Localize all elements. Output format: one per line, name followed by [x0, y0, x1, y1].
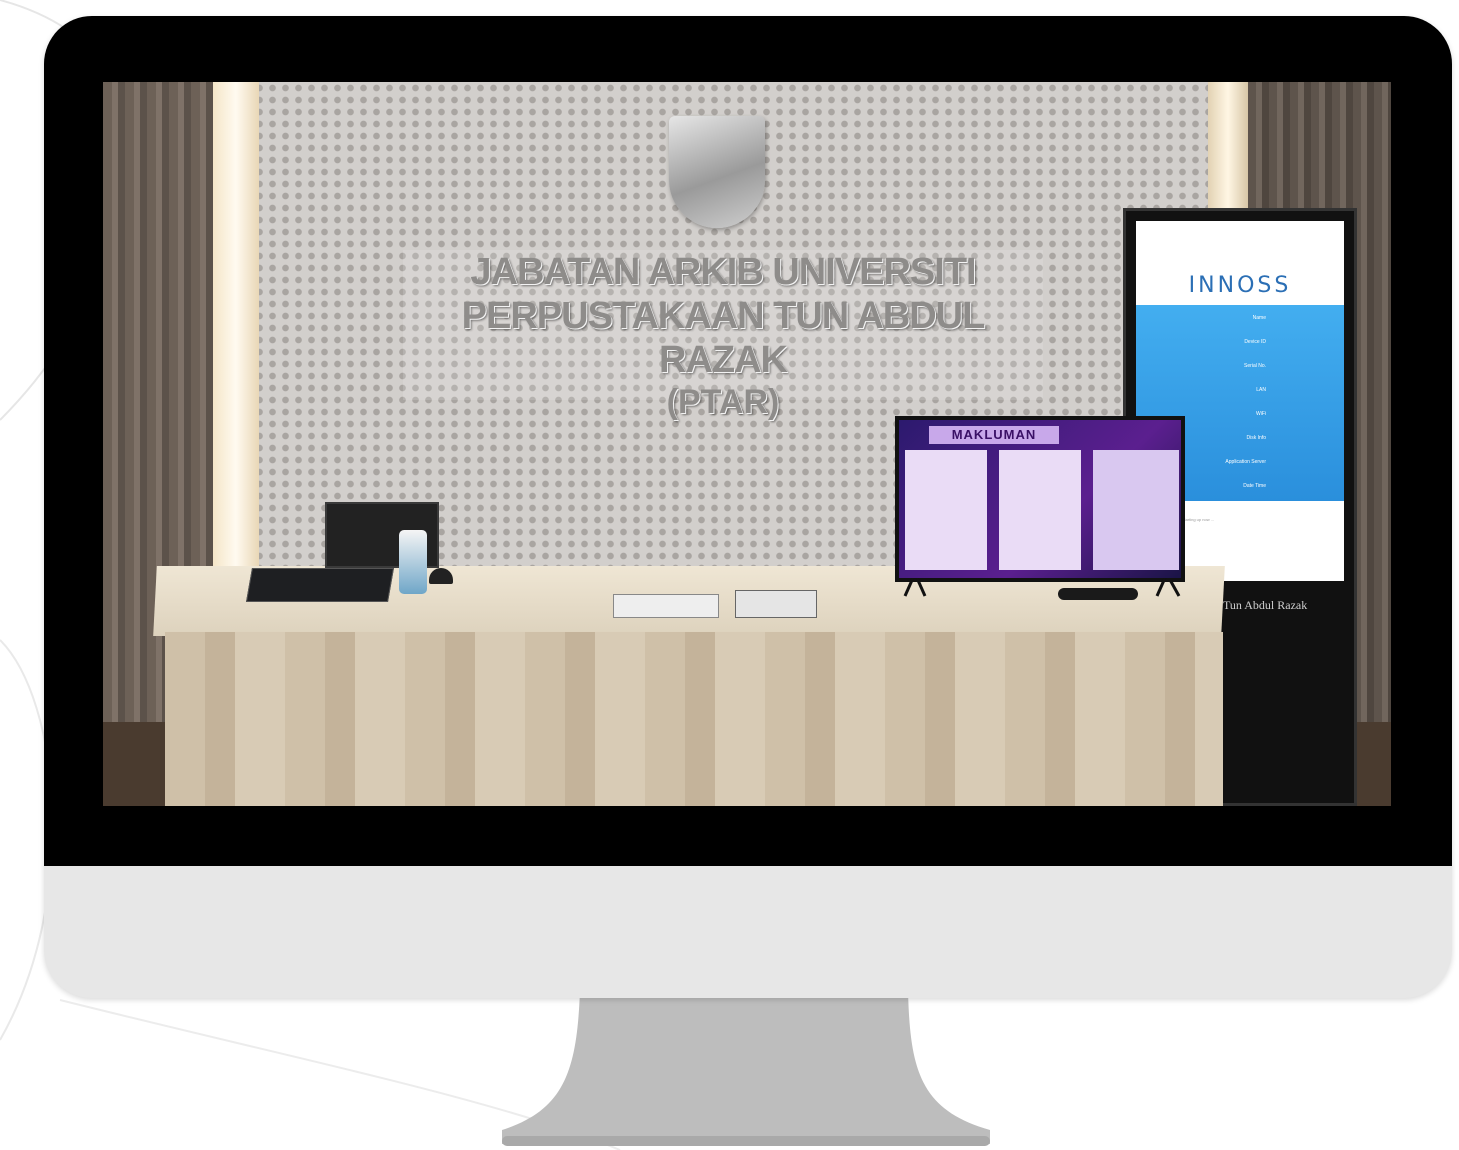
kiosk-brand-logo: INNOSS: [1188, 273, 1292, 298]
kiosk-stand-label: Tun Abdul Razak: [1223, 598, 1308, 612]
qr-card: [735, 590, 817, 618]
tv-display: MAKLUMAN: [895, 416, 1185, 582]
tv-info-column: [999, 450, 1081, 570]
tv-info-column: [1093, 450, 1179, 570]
monitor-screen-photo: JABATAN ARKIB UNIVERSITI PERPUSTAKAAN TU…: [103, 82, 1391, 806]
desktop-monitor: JABATAN ARKIB UNIVERSITI PERPUSTAKAAN TU…: [44, 16, 1452, 998]
tv-title: MAKLUMAN: [929, 426, 1059, 444]
wall-sign: JABATAN ARKIB UNIVERSITI PERPUSTAKAAN TU…: [403, 250, 1043, 421]
book: [246, 568, 394, 602]
sign-line-1: JABATAN ARKIB UNIVERSITI: [470, 251, 976, 293]
wall-light-left: [213, 82, 259, 642]
tv-legs: [903, 578, 1181, 597]
tv-screen: MAKLUMAN: [899, 420, 1181, 578]
qr-card: [613, 594, 719, 618]
kiosk-row: Name: [1252, 315, 1266, 321]
sanitizer-bottle: [399, 530, 427, 594]
kiosk-row: LAN: [1256, 387, 1266, 393]
kiosk-row: Device ID: [1244, 339, 1266, 345]
monitor-bezel: JABATAN ARKIB UNIVERSITI PERPUSTAKAAN TU…: [44, 16, 1452, 866]
desk-front: [165, 632, 1223, 806]
sign-line-2: PERPUSTAKAAN TUN ABDUL RAZAK: [461, 295, 986, 381]
university-emblem: [669, 116, 765, 228]
tv-info-column: [905, 450, 987, 570]
kiosk-row: Serial No.: [1244, 363, 1266, 369]
